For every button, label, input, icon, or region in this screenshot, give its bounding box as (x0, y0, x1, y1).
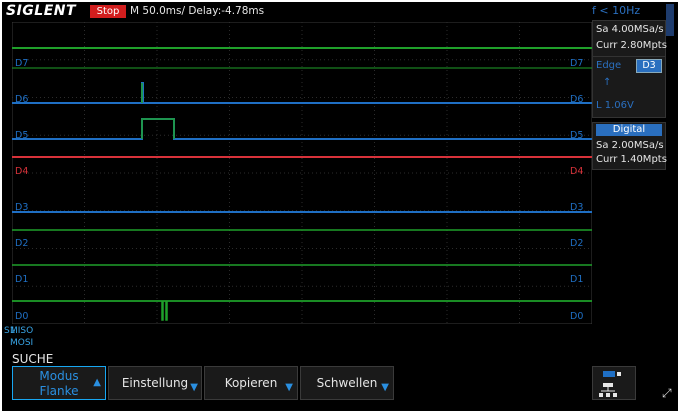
channel-label-d0-right: D0 (570, 311, 584, 322)
mode-label: Modus (39, 369, 79, 383)
arrow-down-icon: ▼ (190, 382, 198, 393)
rising-edge-icon: ↑ (603, 77, 612, 88)
thresholds-button[interactable]: Schwellen ▼ (300, 366, 394, 400)
channel-label-d2-right: D2 (570, 238, 584, 249)
channel-label-d3-left: D3 (15, 202, 29, 213)
scrollbar[interactable] (666, 4, 674, 36)
bus-label-miso: MISO (10, 326, 34, 336)
info-panel: Sa 4.00MSa/s Curr 2.80Mpts Edge ↑ L 1.06… (592, 20, 667, 170)
acq-sample-rate: Sa 4.00MSa/s (596, 24, 664, 35)
settings-label: Einstellung (121, 376, 189, 390)
channel-label-d5-right: D5 (570, 130, 584, 141)
oscilloscope-screen: SIGLENT Stop M 50.0ms/ Delay:-4.78ms f <… (2, 2, 678, 411)
status-bar: SIGLENT Stop M 50.0ms/ Delay:-4.78ms f <… (2, 2, 678, 36)
channel-label-d2-left: D2 (15, 238, 29, 249)
channel-label-d6-left: D6 (15, 94, 29, 105)
channel-label-d4-right: D4 (570, 166, 584, 177)
channel-label-d0-left: D0 (15, 311, 29, 322)
edge-label: Flanke (39, 384, 79, 398)
trigger-type: Edge (596, 60, 622, 71)
menu-title: SUCHE (12, 352, 54, 366)
channel-label-d7-right: D7 (570, 58, 584, 69)
digital-sample-rate: Sa 2.00MSa/s (596, 140, 664, 151)
channel-label-d5-left: D5 (15, 130, 29, 141)
channel-label-d4-left: D4 (15, 166, 29, 177)
arrow-down-icon: ▼ (285, 382, 293, 393)
trigger-frequency: f < 10Hz (592, 4, 641, 17)
thresholds-label: Schwellen (316, 376, 378, 390)
channel-label-d7-left: D7 (15, 58, 29, 69)
settings-button[interactable]: Einstellung ▼ (108, 366, 202, 400)
network-icon[interactable] (592, 366, 636, 400)
bus-label-mosi: MOSI (10, 338, 34, 348)
timebase-readout[interactable]: M 50.0ms/ Delay:-4.78ms (130, 2, 264, 20)
channel-label-d1-right: D1 (570, 274, 584, 285)
channel-label-d3-right: D3 (570, 202, 584, 213)
fullscreen-icon[interactable]: ⤢ (662, 386, 672, 401)
brand-logo: SIGLENT (6, 3, 77, 19)
network-icon-graphic (599, 371, 621, 397)
acq-memory-depth: Curr 2.80Mpts (596, 40, 667, 51)
digital-header: Digital (596, 124, 662, 136)
digital-memory-depth: Curr 1.40Mpts (596, 154, 667, 165)
arrow-down-icon: ▼ (381, 382, 389, 393)
arrow-up-icon: ▲ (93, 377, 101, 388)
trigger-source-badge[interactable]: D3 (636, 59, 662, 73)
copy-button[interactable]: Kopieren ▼ (204, 366, 298, 400)
waveform-grid (12, 22, 592, 324)
run-stop-indicator[interactable]: Stop (90, 5, 126, 18)
mode-edge-label: Modus Flanke (13, 369, 105, 399)
acquisition-box[interactable]: Sa 4.00MSa/s Curr 2.80Mpts (592, 20, 667, 58)
trigger-level: L 1.06V (596, 100, 634, 111)
channel-label-d1-left: D1 (15, 274, 29, 285)
mode-edge-button[interactable]: Modus Flanke ▲ (12, 366, 106, 400)
copy-label: Kopieren (224, 376, 278, 390)
channel-label-d6-right: D6 (570, 94, 584, 105)
